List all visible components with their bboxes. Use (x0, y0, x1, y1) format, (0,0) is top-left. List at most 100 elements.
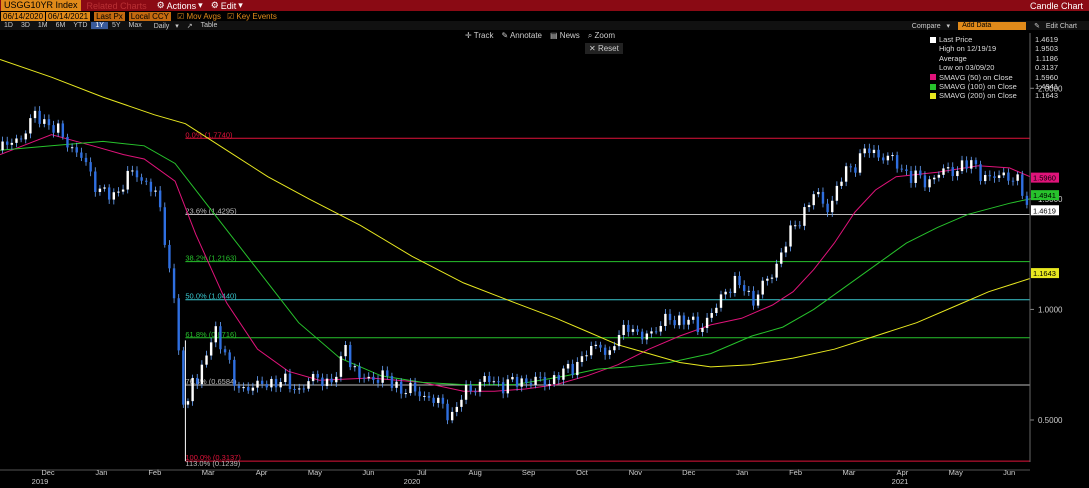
candle (376, 379, 380, 383)
period-tab-6m[interactable]: 6M (52, 22, 70, 29)
start-date-field[interactable]: 06/14/2020 (1, 11, 46, 21)
candle (29, 118, 32, 134)
x-tick-label: Dec (41, 468, 55, 477)
zoom-button[interactable]: ⌕ Zoom (588, 31, 615, 41)
compare-button[interactable]: Compare ▾ (904, 22, 954, 30)
year-label: 2019 (32, 477, 49, 486)
candle (580, 356, 584, 362)
candle (905, 169, 908, 172)
pencil-icon: ✎ (501, 31, 509, 40)
candle (807, 205, 811, 208)
price-field-select[interactable]: Last Px (94, 11, 125, 21)
table-button[interactable]: Table (197, 22, 222, 29)
fib-label: 50.0% (1.0440) (185, 292, 237, 301)
candle (80, 152, 83, 158)
candle (687, 319, 690, 325)
related-charts-label[interactable]: Related Charts (81, 1, 153, 11)
period-tab-1d[interactable]: 1D (0, 22, 17, 29)
candle (441, 397, 445, 404)
period-tab-max[interactable]: Max (125, 22, 146, 29)
legend-value: 1.9503 (1035, 44, 1058, 54)
actions-label: Actions (166, 0, 197, 11)
candle (497, 381, 500, 383)
edit-menu[interactable]: ⚙ Edit ▾ (207, 0, 247, 11)
frequency-label: Daily (153, 22, 170, 30)
period-tab-5y[interactable]: 5Y (108, 22, 125, 29)
ticker-field[interactable]: USGG10YR Index (1, 0, 81, 11)
candle (682, 315, 686, 325)
candle (613, 346, 616, 351)
chevron-down-icon: ▾ (198, 0, 203, 10)
candle (117, 191, 120, 193)
candle (483, 376, 486, 382)
candle (432, 397, 435, 403)
period-tab-1m[interactable]: 1M (34, 22, 52, 29)
end-date-field[interactable]: 06/14/2021 (46, 11, 91, 21)
x-tick-label: Jun (1003, 468, 1015, 477)
candle (719, 294, 723, 308)
annotate-button[interactable]: ✎ Annotate (501, 31, 542, 41)
candle (715, 307, 718, 314)
candle (149, 181, 153, 192)
price-chart[interactable]: 0.0% (1.7740) 23.6% (1.4295) 38.2% (1.2163… (0, 0, 1089, 488)
actions-menu[interactable]: ⚙ Actions ▾ (153, 0, 207, 11)
news-button[interactable]: ▤ News (550, 31, 580, 41)
candle (52, 125, 55, 133)
candle (974, 160, 978, 165)
add-data-input[interactable]: Add Data (958, 21, 1027, 30)
frequency-select[interactable]: Daily ▾ (146, 22, 183, 30)
candle (636, 329, 639, 332)
candle (780, 252, 783, 264)
x-tick-label: Jan (736, 468, 748, 477)
candle (209, 342, 213, 356)
candle (882, 157, 885, 161)
mov-avgs-checkbox[interactable]: ☑ Mov Avgs (177, 12, 221, 21)
candle (293, 388, 296, 390)
candle (854, 167, 857, 173)
fib-label: 61.8% (0.8716) (185, 330, 237, 339)
candle (724, 291, 727, 295)
period-tab-ytd[interactable]: YTD (69, 22, 91, 29)
candle (191, 377, 194, 402)
currency-select[interactable]: Local CCY (128, 11, 172, 21)
candle (761, 280, 764, 295)
candle (858, 153, 862, 173)
candle (997, 175, 1001, 178)
candle (798, 225, 801, 227)
candle (339, 356, 343, 377)
candle (1016, 174, 1019, 181)
candle (937, 174, 941, 178)
candle (321, 377, 324, 386)
candle (56, 123, 60, 133)
candle (353, 366, 357, 368)
candle (219, 326, 222, 350)
news-icon: ▤ (550, 31, 558, 40)
candle (492, 381, 496, 383)
candle (265, 384, 268, 388)
value-tag (1031, 205, 1059, 216)
period-tab-1y[interactable]: 1Y (91, 22, 108, 29)
candle (534, 376, 537, 385)
candle (89, 162, 92, 172)
candle (919, 170, 922, 176)
period-tab-3d[interactable]: 3D (17, 22, 34, 29)
track-button[interactable]: ✛ Track (465, 31, 493, 41)
candle (960, 160, 964, 172)
candle (43, 119, 46, 124)
fib-label: 113.0% (0.1239) (185, 459, 240, 468)
candle (135, 170, 139, 178)
candle (877, 149, 880, 158)
legend-label: Low on 03/09/20 (939, 63, 995, 73)
candle (770, 277, 774, 279)
candle (228, 352, 231, 360)
candle (900, 168, 903, 170)
candle (506, 379, 509, 394)
candle (386, 370, 389, 377)
edit-chart-button[interactable]: ✎ Edit Chart (1030, 22, 1085, 30)
candle (705, 317, 709, 328)
reset-button[interactable]: ✕ Reset (585, 43, 623, 54)
candle (664, 313, 667, 326)
x-tick-label: Feb (148, 468, 161, 477)
key-events-checkbox[interactable]: ☑ Key Events (227, 12, 277, 21)
line-chart-icon[interactable]: ↗ (183, 22, 197, 30)
